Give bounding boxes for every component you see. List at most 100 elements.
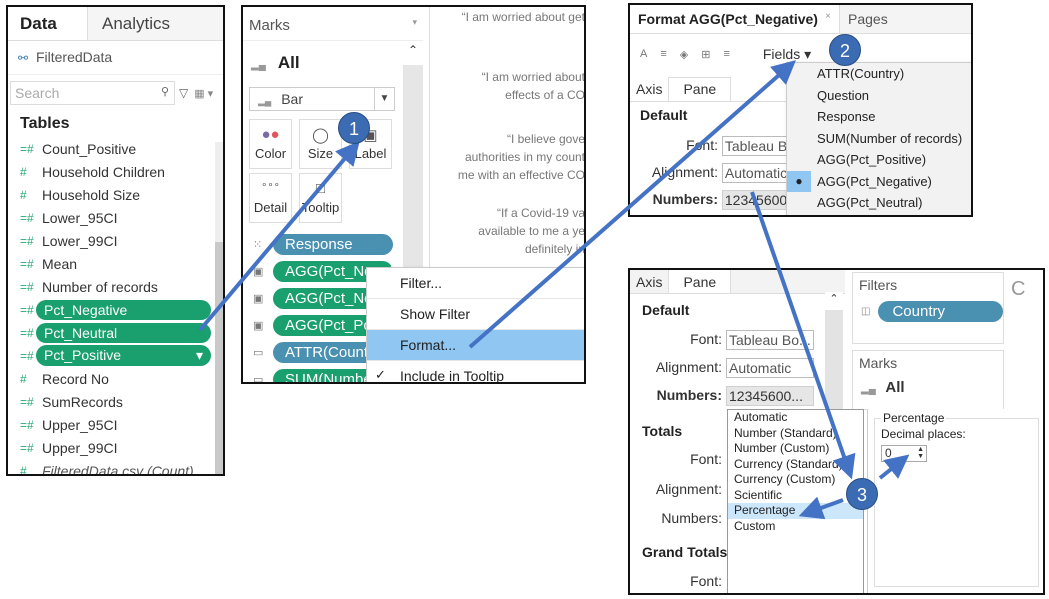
fields-menu-item[interactable]: SUM(Number of records) xyxy=(787,128,971,150)
stepper-arrows-icon[interactable]: ▲ ▼ xyxy=(917,446,924,460)
number-format-option[interactable]: Number (Standard) xyxy=(728,426,863,442)
marks-menu-caret-icon[interactable]: ▾ xyxy=(412,17,417,30)
field-item[interactable]: =# Count_Positive xyxy=(8,137,223,160)
number-format-option[interactable]: Percentage xyxy=(728,503,863,519)
tooltip-icon: ▭ xyxy=(253,373,264,384)
numbers-select[interactable]: 12345600... xyxy=(726,386,814,406)
fields-dropdown-button[interactable]: Fields ▾ xyxy=(763,46,811,63)
field-item[interactable]: =# Lower_99CI xyxy=(8,229,223,252)
tab-data[interactable]: Data xyxy=(8,7,88,40)
marks-shelf: Marks ▂▄ All xyxy=(852,350,1004,410)
tab-format[interactable]: Format AGG(Pct_Negative) × xyxy=(630,5,840,33)
filter-country[interactable]: ◫ Country xyxy=(861,301,1003,322)
numbers-label: Numbers: xyxy=(652,190,718,207)
mark-type-select[interactable]: ▂▄ Bar ▼ xyxy=(249,87,395,111)
context-menu-item[interactable]: Format... xyxy=(367,330,584,361)
datasource-name: FilteredData xyxy=(35,49,113,65)
marks-header: Marks ▾ xyxy=(243,7,423,41)
detail-card[interactable]: ∘∘∘ Detail xyxy=(249,173,292,223)
size-icon: ◯ xyxy=(312,127,329,144)
number-format-option[interactable]: Currency (Standard) xyxy=(728,457,863,473)
field-item[interactable]: =# Pct_Neutral xyxy=(8,321,223,344)
field-menu-caret-icon[interactable]: ▾ xyxy=(196,347,203,364)
tooltip-card[interactable]: □ Tooltip xyxy=(299,173,342,223)
fields-menu-item[interactable]: ● AGG(Pct_Negative) xyxy=(787,170,971,193)
marks-all-row[interactable]: ▂▄ All xyxy=(243,41,423,85)
default-section-title: Default xyxy=(642,302,690,318)
fields-menu-label: AGG(Pct_Positive) xyxy=(817,152,927,167)
scrollbar-thumb[interactable] xyxy=(215,242,223,474)
tab-analytics[interactable]: Analytics xyxy=(88,7,223,40)
datasource-row[interactable]: ⚯ FilteredData xyxy=(8,41,223,75)
format-borders-icon[interactable]: ⊞ xyxy=(701,48,710,61)
format-font-icon[interactable]: A xyxy=(640,48,647,60)
filters-shelf: Filters ◫ Country xyxy=(852,272,1004,344)
fields-menu-item[interactable]: AGG(Pct_Positive) xyxy=(787,149,971,171)
scroll-up-icon[interactable]: ⌃ xyxy=(825,292,843,310)
question-label: me with an effective CO xyxy=(457,168,585,182)
field-item[interactable]: =# SumRecords xyxy=(8,390,223,413)
chevron-down-icon[interactable]: ▼ xyxy=(374,88,394,110)
context-menu-item[interactable]: Filter... xyxy=(367,268,584,299)
format-tabbar: Format AGG(Pct_Negative) × Pages xyxy=(630,5,971,34)
field-item[interactable]: =# Upper_95CI xyxy=(8,413,223,436)
decimal-places-stepper[interactable]: 0 ▲ ▼ xyxy=(881,445,927,462)
label-card-label: Label xyxy=(354,146,387,161)
field-name: Mean xyxy=(42,255,78,272)
size-card[interactable]: ◯ Size xyxy=(299,119,342,169)
format-alignment-icon[interactable]: ≡ xyxy=(660,48,666,60)
field-label: Number of records xyxy=(42,279,158,295)
color-card[interactable]: ●● Color xyxy=(249,119,292,169)
subtab-axis[interactable]: Axis xyxy=(630,270,668,293)
bar-chart-icon: ▂▄ xyxy=(258,96,272,106)
field-item[interactable]: =# Pct_Negative xyxy=(8,298,223,321)
field-item[interactable]: =# Number of records xyxy=(8,275,223,298)
scroll-up-icon[interactable]: ⌃ xyxy=(403,43,423,65)
fields-menu-item[interactable]: ATTR(Country) xyxy=(787,63,971,85)
field-name: Number of records xyxy=(42,278,158,295)
number-format-option[interactable]: Custom xyxy=(728,519,863,535)
tooltip-icon: □ xyxy=(315,180,326,197)
fields-menu-item[interactable]: AGG(Pct_Neutral) xyxy=(787,192,971,214)
country-pill[interactable]: Country xyxy=(878,301,1003,322)
field-item[interactable]: =# Pct_Positive ▾ xyxy=(8,344,223,367)
marks-pane-panel: Marks ▾ ▂▄ All ⌃ ▂▄ Bar ▼ ●● Color ◯ Siz… xyxy=(241,5,586,384)
fields-menu-item[interactable]: Question xyxy=(787,85,971,107)
context-menu-label: Filter... xyxy=(400,275,443,291)
field-label: Household Size xyxy=(42,187,140,203)
context-menu-label: Include in Tooltip xyxy=(400,368,505,384)
context-menu-item[interactable]: ✓ Include in Tooltip xyxy=(367,361,584,384)
subtab-axis[interactable]: Axis xyxy=(630,77,668,101)
marks-pill[interactable]: Response xyxy=(273,233,393,255)
format-lines-icon[interactable]: ≡ xyxy=(723,48,729,60)
number-format-option[interactable]: Currency (Custom) xyxy=(728,472,863,488)
number-format-option[interactable]: Scientific xyxy=(728,488,863,504)
font-select[interactable]: Tableau Bo... xyxy=(726,330,814,350)
tab-pages[interactable]: Pages xyxy=(840,5,971,33)
field-item[interactable]: =# Mean xyxy=(8,252,223,275)
subtab-pane[interactable]: Pane xyxy=(668,270,732,293)
number-format-option[interactable]: Automatic xyxy=(728,410,863,426)
view-options-icon[interactable]: ▦ ▾ xyxy=(194,87,213,100)
field-list-scrollbar[interactable] xyxy=(215,142,223,474)
format-shading-icon[interactable]: ◈ xyxy=(680,48,688,61)
alignment-select[interactable]: Automatic xyxy=(726,358,814,378)
field-name: Household Size xyxy=(42,186,141,203)
field-item[interactable]: # FilteredData.csv (Count) xyxy=(8,459,223,475)
totals-alignment-label: Alignment: xyxy=(655,481,722,497)
field-item[interactable]: # Household Size xyxy=(8,183,223,206)
field-item[interactable]: =# Lower_95CI xyxy=(8,206,223,229)
field-item[interactable]: # Household Children xyxy=(8,160,223,183)
number-format-option[interactable]: Number (Custom) xyxy=(728,441,863,457)
fields-menu-item[interactable]: Response xyxy=(787,106,971,128)
bar-chart-icon: ▂▄ xyxy=(861,384,876,395)
marks-all-row[interactable]: ▂▄ All xyxy=(853,375,1003,400)
field-item[interactable]: =# Upper_99CI xyxy=(8,436,223,459)
search-input[interactable]: Search ⚲ xyxy=(10,81,175,105)
subtab-pane[interactable]: Pane xyxy=(668,77,732,101)
size-card-label: Size xyxy=(307,146,334,161)
field-item[interactable]: # Record No xyxy=(8,367,223,390)
filter-icon[interactable]: ▽ xyxy=(179,86,188,100)
context-menu-item[interactable]: Show Filter xyxy=(367,299,584,330)
close-icon[interactable]: × xyxy=(825,11,831,27)
